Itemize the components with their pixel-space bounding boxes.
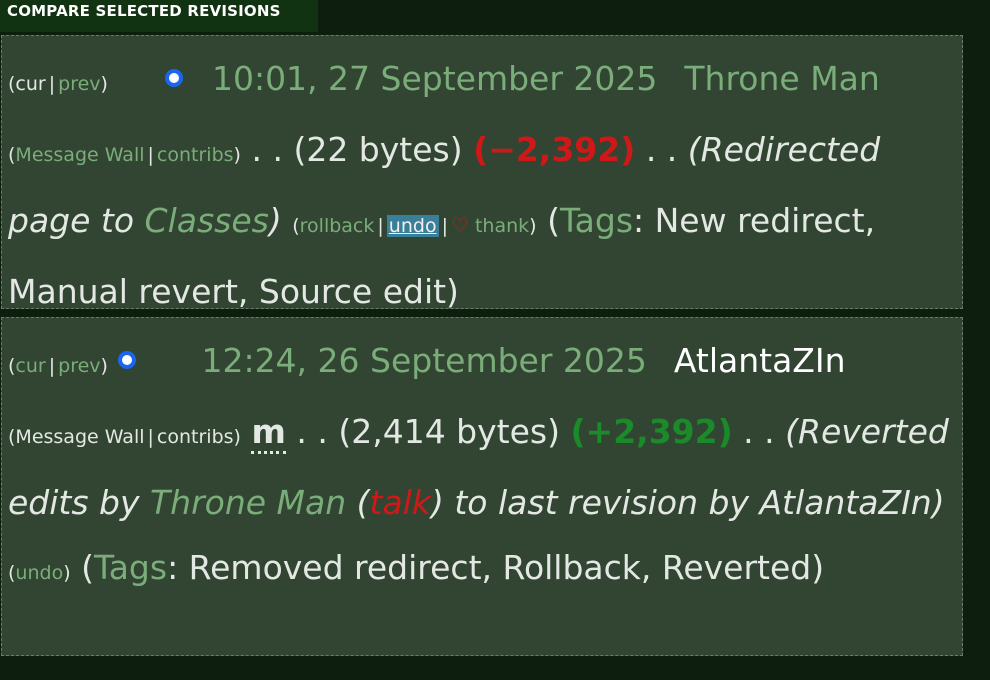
cur-link[interactable]: cur bbox=[15, 355, 45, 377]
page-size: (2,414 bytes) bbox=[338, 412, 560, 451]
revision-entry: (cur | prev) 10:01, 27 September 2025 Thro… bbox=[1, 35, 963, 311]
minor-edit-marker: m bbox=[251, 412, 286, 454]
summary-user-link[interactable]: Throne Man bbox=[150, 483, 346, 522]
revision-radio-button[interactable] bbox=[118, 350, 137, 369]
rollback-link[interactable]: rollback bbox=[300, 215, 375, 237]
page-size: (22 bytes) bbox=[293, 130, 463, 169]
prev-link[interactable]: prev bbox=[58, 73, 100, 95]
paren: ) bbox=[100, 355, 108, 377]
separator-dots: . . bbox=[645, 130, 678, 169]
revision-entry: (cur | prev) 12:24, 26 September 2025 Atla… bbox=[1, 317, 963, 656]
tags-link[interactable]: Tags bbox=[94, 548, 167, 587]
tags-link[interactable]: Tags bbox=[560, 201, 633, 240]
user-tool-links: (Message Wall | contribs) bbox=[8, 426, 241, 448]
cur-label: cur bbox=[15, 73, 46, 95]
contribs-link[interactable]: contribs bbox=[157, 426, 234, 448]
message-wall-link[interactable]: Message Wall bbox=[15, 426, 144, 448]
heart-icon: ♡ bbox=[450, 213, 469, 237]
undo-link[interactable]: undo bbox=[15, 562, 63, 584]
revision-user-link[interactable]: Throne Man bbox=[684, 59, 879, 98]
revision-user-link[interactable]: AtlantaZIn bbox=[674, 341, 846, 380]
revision-actions: (undo) bbox=[8, 562, 71, 584]
message-wall-link[interactable]: Message Wall bbox=[15, 144, 144, 166]
separator-dots: . . bbox=[251, 130, 283, 169]
separator-dots: . . bbox=[296, 412, 328, 451]
size-diff: (−2,392) bbox=[473, 130, 636, 169]
prev-link[interactable]: prev bbox=[58, 355, 100, 377]
compare-selected-revisions-button[interactable]: COMPARE SELECTED REVISIONS bbox=[0, 0, 318, 32]
tags: (Tags: Removed redirect, Rollback, Rever… bbox=[81, 548, 825, 587]
paren: ) bbox=[100, 73, 108, 95]
summary-talk-link[interactable]: talk bbox=[370, 483, 431, 522]
revision-actions: (rollback | undo | ♡ thank) bbox=[292, 213, 537, 237]
cur-prev-links: (cur | prev) bbox=[8, 355, 108, 377]
thank-link[interactable]: thank bbox=[475, 215, 529, 237]
separator-dots: . . bbox=[743, 412, 775, 451]
user-tool-links: (Message Wall | contribs) bbox=[8, 144, 241, 166]
size-diff: (+2,392) bbox=[570, 412, 733, 451]
cur-prev-links: (cur | prev) bbox=[8, 73, 108, 95]
revision-timestamp-link[interactable]: 12:24, 26 September 2025 bbox=[201, 341, 646, 380]
contribs-link[interactable]: contribs bbox=[157, 144, 234, 166]
revision-radio-button[interactable] bbox=[164, 68, 183, 87]
revision-timestamp-link[interactable]: 10:01, 27 September 2025 bbox=[212, 59, 657, 98]
summary-target-link[interactable]: Classes bbox=[145, 201, 269, 240]
undo-link[interactable]: undo bbox=[386, 215, 439, 237]
